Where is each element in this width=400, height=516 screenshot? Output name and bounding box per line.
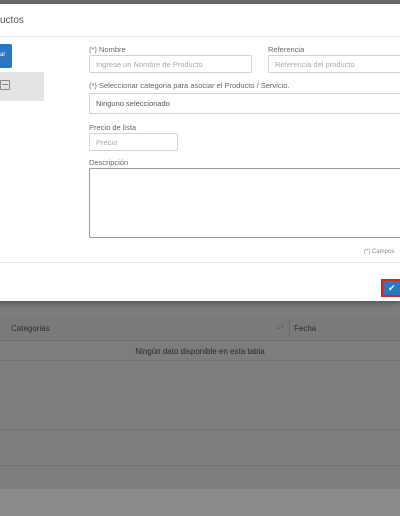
table-divider	[0, 465, 400, 466]
side-action-button[interactable]: ar	[0, 44, 12, 68]
categoria-select[interactable]: Ninguno seleccionado	[89, 93, 400, 114]
referencia-label: Referencia	[268, 45, 305, 54]
save-button[interactable]: ✔	[381, 279, 400, 297]
image-icon	[0, 80, 10, 90]
modal-title: uctos	[0, 15, 24, 26]
footer-strip	[0, 489, 400, 516]
column-divider	[289, 320, 290, 338]
empty-table-message: Ningún dato disponible en esta tabla	[135, 347, 265, 356]
table-divider	[0, 360, 400, 361]
table-divider	[0, 429, 400, 430]
table-header: Categorias ↓↑ Fecha	[0, 318, 400, 341]
modal-header-divider	[0, 36, 400, 37]
categoria-label: (*) Seleccionar categoria para asociar e…	[89, 81, 290, 90]
modal-footer-divider	[0, 262, 400, 263]
products-table: Categorias ↓↑ Fecha Ningún dato disponib…	[0, 318, 400, 473]
required-fields-note: (*) Campos	[364, 249, 395, 255]
descripcion-label: Descripción	[89, 158, 129, 167]
descripcion-textarea[interactable]	[89, 168, 400, 238]
product-modal: uctos ar (*) Nombre Ingrese un Nombre de…	[0, 4, 400, 301]
precio-label: Precio de lista	[89, 123, 137, 132]
side-tab[interactable]	[0, 72, 44, 101]
nombre-input[interactable]: Ingrese un Nombre de Producto	[89, 55, 252, 73]
column-categorias[interactable]: Categorias	[11, 324, 50, 333]
side-action-label: ar	[0, 52, 6, 58]
column-fecha[interactable]: Fecha	[294, 324, 316, 333]
referencia-input[interactable]: Referencia del producto	[268, 55, 400, 73]
sort-icon[interactable]: ↓↑	[277, 324, 284, 331]
precio-input[interactable]: Precio	[89, 133, 178, 151]
check-icon: ✔	[388, 283, 396, 293]
nombre-label: (*) Nombre	[89, 45, 126, 54]
